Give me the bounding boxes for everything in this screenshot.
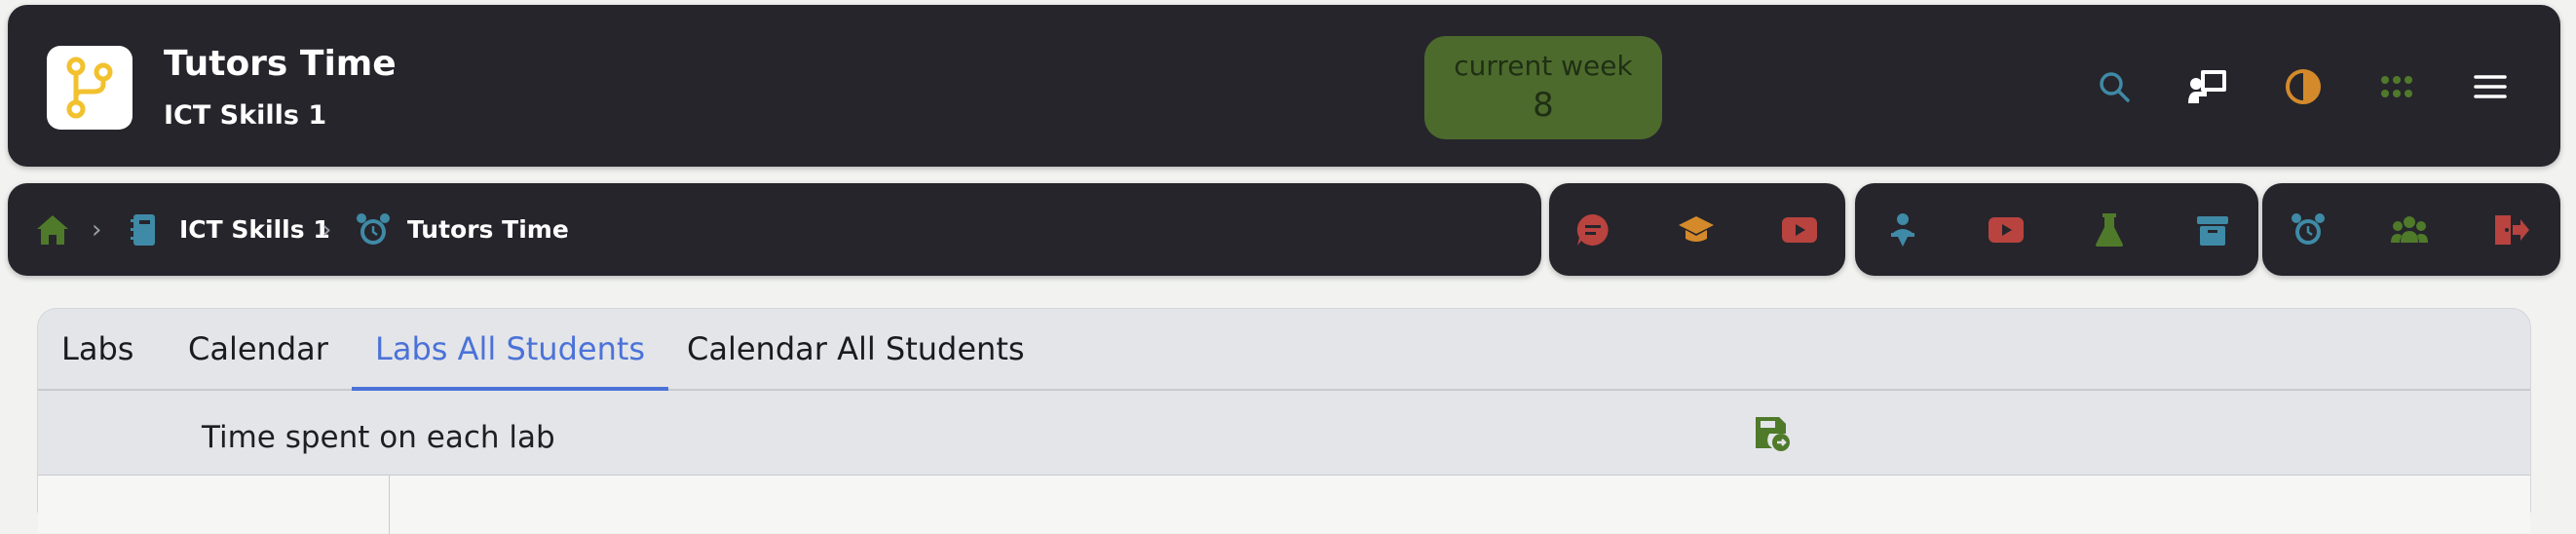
- page-title: Tutors Time: [164, 44, 397, 84]
- save-export-icon[interactable]: [1753, 414, 1792, 453]
- video-icon[interactable]: [1986, 210, 2027, 250]
- logout-icon[interactable]: [2490, 210, 2531, 250]
- tab-labs[interactable]: Labs: [61, 309, 133, 391]
- breadcrumb-item-current: Tutors Time: [407, 215, 569, 244]
- app-logo[interactable]: [47, 46, 133, 130]
- menu-icon[interactable]: [2469, 65, 2512, 108]
- presentation-icon[interactable]: [2186, 65, 2229, 108]
- people-icon[interactable]: [2389, 210, 2430, 250]
- youtube-icon[interactable]: [1779, 210, 1820, 250]
- labs-panel: Labs Calendar Labs All Students Calendar…: [37, 308, 2531, 534]
- alarm-clock-icon[interactable]: [2288, 210, 2329, 250]
- teacher-icon[interactable]: [1882, 210, 1923, 250]
- chevron-right-icon: ›: [92, 214, 102, 245]
- current-week-label: current week: [1454, 50, 1633, 82]
- notebook-icon: [129, 183, 158, 276]
- app-header: Tutors Time ICT Skills 1 current week 8: [8, 5, 2560, 167]
- column-divider: [389, 476, 390, 534]
- toolbar-group-c: [2262, 183, 2560, 276]
- graduation-cap-icon[interactable]: [1676, 210, 1717, 250]
- toolbar-group-a: [1549, 183, 1845, 276]
- apps-grid-icon[interactable]: [2375, 65, 2418, 108]
- tab-calendar[interactable]: Calendar: [188, 309, 328, 391]
- toolbar-group-b: [1855, 183, 2258, 276]
- labs-table-header: [38, 475, 2530, 534]
- contrast-icon[interactable]: [2282, 65, 2325, 108]
- tab-labs-all-students[interactable]: Labs All Students: [352, 309, 669, 391]
- alarm-clock-icon: [355, 183, 392, 276]
- breadcrumb-item-course[interactable]: ICT Skills 1: [179, 183, 330, 276]
- chat-icon[interactable]: [1572, 210, 1613, 250]
- tab-bar: Labs Calendar Labs All Students Calendar…: [38, 309, 2530, 391]
- page-subtitle: ICT Skills 1: [164, 100, 327, 131]
- flask-icon[interactable]: [2089, 210, 2130, 250]
- current-week-number: 8: [1533, 86, 1554, 125]
- search-icon[interactable]: [2093, 65, 2136, 108]
- breadcrumb: › ICT Skills 1 › Tutors Time: [8, 183, 1541, 276]
- current-week-badge: current week 8: [1424, 36, 1662, 139]
- tab-calendar-all-students[interactable]: Calendar All Students: [687, 309, 1025, 391]
- chevron-right-icon: ›: [322, 214, 332, 245]
- home-icon[interactable]: [35, 183, 70, 276]
- archive-icon[interactable]: [2192, 210, 2233, 250]
- section-title: Time spent on each lab: [202, 420, 555, 455]
